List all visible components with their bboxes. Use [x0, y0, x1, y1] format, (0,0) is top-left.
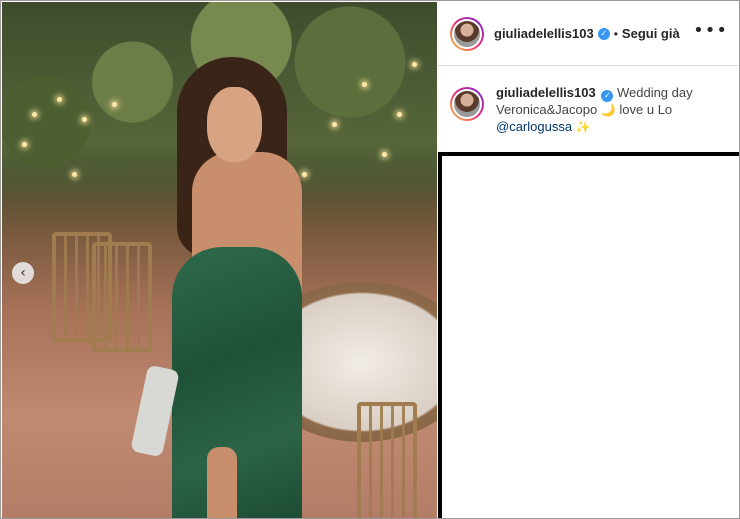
caption-text: giuliadelellis103 ✓ Wedding day Veronica… [496, 85, 728, 152]
post-photo[interactable]: ‹ [2, 2, 437, 518]
moon-emoji: 🌙 [600, 103, 616, 117]
header-username[interactable]: giuliadelellis103 [494, 26, 594, 41]
chevron-left-icon[interactable]: ‹ [12, 262, 34, 284]
divider [438, 152, 739, 156]
verified-badge-icon: ✓ [597, 27, 610, 40]
woman-in-green-dress [130, 57, 317, 518]
post-side-panel: giuliadelellis103 ✓ • Segui già ••• giul… [438, 2, 739, 518]
following-button[interactable]: Segui già [622, 26, 680, 41]
verified-badge-icon: ✓ [601, 90, 614, 102]
more-horizontal-icon[interactable]: ••• [693, 22, 728, 40]
chair [357, 402, 417, 518]
post-header: giuliadelellis103 ✓ • Segui già ••• [438, 2, 739, 66]
divider [438, 156, 442, 518]
mention-link[interactable]: @carlogussa [496, 119, 572, 134]
separator-dot: • [613, 26, 618, 41]
caption-body-2: love u Lo [619, 102, 673, 117]
caption-username[interactable]: giuliadelellis103 [496, 85, 596, 100]
caption-row: giuliadelellis103 ✓ Wedding day Veronica… [438, 67, 739, 152]
instagram-post-embed: ‹ giuliadelellis103 ✓ • Segui già ••• gi… [0, 0, 740, 519]
caption-avatar[interactable] [450, 87, 484, 121]
avatar[interactable] [450, 16, 484, 51]
sparkles-emoji: ✨ [575, 119, 591, 134]
